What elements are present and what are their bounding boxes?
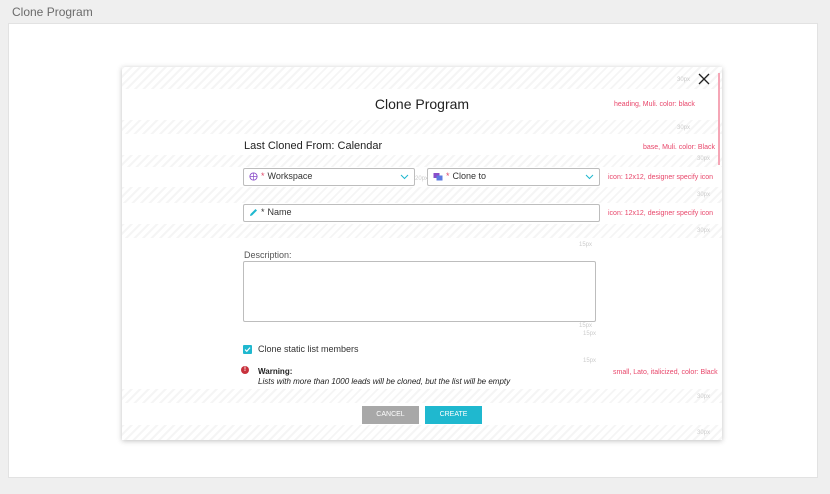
required-mark: * bbox=[261, 171, 265, 181]
spacing-label: 20px bbox=[415, 176, 429, 182]
spacing-label: 30px bbox=[677, 77, 691, 83]
required-mark: * bbox=[261, 207, 265, 217]
clone-static-list-row[interactable]: Clone static list members bbox=[243, 344, 359, 354]
required-mark: * bbox=[446, 171, 450, 181]
create-button[interactable]: CREATE bbox=[425, 406, 482, 424]
cancel-button[interactable]: CANCEL bbox=[362, 406, 419, 424]
folders-icon bbox=[433, 172, 443, 180]
pencil-icon bbox=[250, 208, 257, 216]
spacing-label: 30px bbox=[697, 394, 711, 400]
chevron-down-icon bbox=[400, 174, 409, 180]
annotation-icon: icon: 12x12, designer specify icon bbox=[608, 210, 714, 217]
annotation-base: base, Muli. color: Black bbox=[643, 144, 715, 151]
spacing-label: 30px bbox=[677, 125, 691, 131]
spacing-label: 15px bbox=[583, 358, 597, 364]
name-label: Name bbox=[267, 207, 292, 217]
spacing-guide bbox=[122, 389, 722, 403]
spacing-label: 15px bbox=[579, 323, 593, 329]
spacing-label: 30px bbox=[697, 430, 711, 436]
spacing-label: 30px bbox=[697, 192, 711, 198]
clone-static-list-checkbox[interactable] bbox=[243, 344, 252, 354]
spacing-guide bbox=[122, 67, 722, 89]
guide-line bbox=[718, 73, 720, 165]
warning-icon: ! bbox=[241, 366, 249, 374]
description-label: Description: bbox=[244, 250, 292, 260]
clone-to-label: Clone to bbox=[452, 171, 487, 181]
clone-to-dropdown[interactable]: * Clone to bbox=[427, 168, 600, 186]
workspace-dropdown[interactable]: * Workspace bbox=[243, 168, 415, 186]
spacing-guide bbox=[122, 224, 722, 238]
close-icon[interactable] bbox=[697, 72, 711, 86]
annotation-small: small, Lato, italicized, color: Black bbox=[613, 369, 718, 376]
warning-text: Lists with more than 1000 leads will be … bbox=[258, 377, 511, 386]
last-cloned-text: Last Cloned From: Calendar bbox=[244, 140, 383, 152]
spacing-guide bbox=[122, 425, 722, 440]
spacing-guide bbox=[122, 155, 722, 167]
spacing-label: 30px bbox=[697, 156, 711, 162]
globe-icon bbox=[249, 171, 258, 181]
spacing-guide bbox=[122, 187, 722, 203]
clone-program-modal: Clone Program Last Cloned From: Calendar… bbox=[122, 67, 722, 440]
chevron-down-icon bbox=[585, 174, 594, 180]
spacing-label: 30px bbox=[697, 228, 711, 234]
spacing-label: 15px bbox=[583, 331, 597, 337]
page-title: Clone Program bbox=[12, 5, 93, 19]
workspace-label: Workspace bbox=[267, 171, 313, 181]
name-input[interactable]: * Name bbox=[243, 204, 600, 222]
spacing-guide bbox=[122, 120, 722, 134]
description-textarea[interactable] bbox=[243, 261, 596, 322]
annotation-heading: heading, Muli. color: black bbox=[614, 101, 695, 108]
checkmark-icon bbox=[244, 346, 251, 352]
checkbox-label: Clone static list members bbox=[258, 344, 359, 354]
warning-title: Warning: bbox=[258, 367, 293, 376]
spacing-label: 15px bbox=[579, 242, 593, 248]
annotation-icon: icon: 12x12, designer specify icon bbox=[608, 174, 714, 181]
